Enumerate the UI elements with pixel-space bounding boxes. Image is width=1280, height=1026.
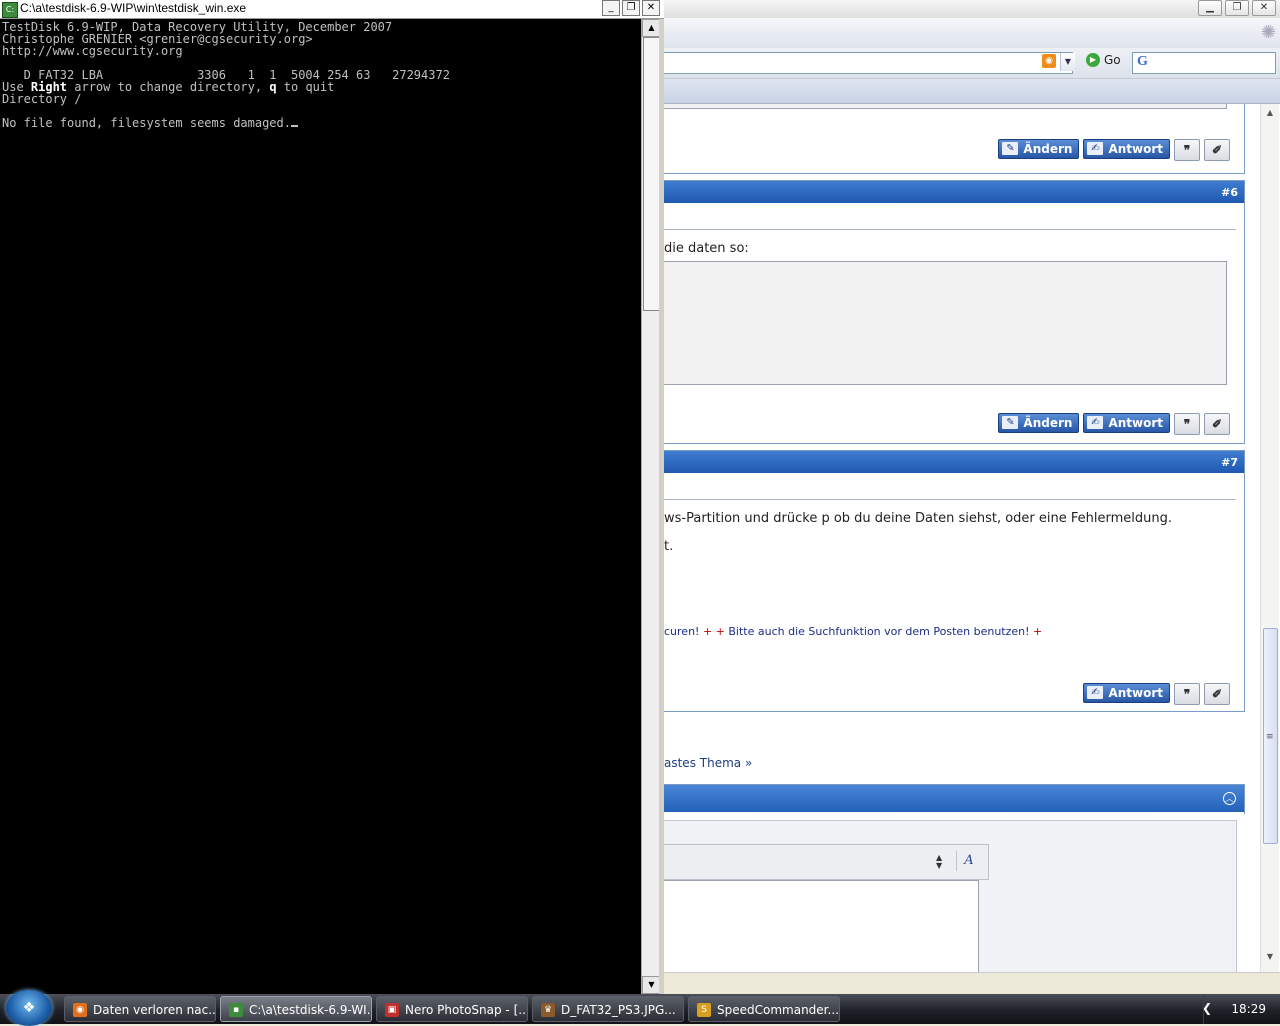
post-text: die daten so: [664,241,749,256]
bookmarks-toolbar [664,79,1280,104]
post-number[interactable]: #7 [1221,456,1238,469]
console-titlebar[interactable]: C: C:\a\testdisk-6.9-WIP\win\testdisk_wi… [0,0,664,19]
message-textarea[interactable] [664,880,979,972]
google-search-icon[interactable]: G [1137,54,1148,70]
search-input[interactable]: G [1132,52,1276,74]
edit-post-button[interactable]: ✎ Ändern [998,413,1080,433]
taskbar-item-firefox[interactable]: ◉ Daten verloren nac... [64,996,216,1022]
quick-reply-header: ︿ [664,784,1245,814]
resize-arrows-icon[interactable]: ▲ ▼ [936,854,942,870]
scroll-down-icon[interactable]: ▼ [1261,952,1279,968]
taskbar-item-testdisk[interactable]: ▪ C:\a\testdisk-6.9-WI... [220,996,372,1022]
post-actions: ✍ Antwort ❞ ✐ [1083,683,1230,705]
taskbar-item-image-viewer[interactable]: ♛ D_FAT32_PS3.JPG... [532,996,684,1022]
post-text: t. [664,539,674,554]
reply-icon: ✍ [1087,416,1104,429]
scroll-up-icon[interactable]: ▲ [1261,108,1279,124]
browser-window: ▁ ❐ ✕ ✺ ◉ ▼ ▶ Go G ✎ Ändern ✍ Antwort ❞ ✐ … [664,0,1280,994]
console-window-controls: _ ❐ ✕ [602,0,660,16]
forum-post-6: #6 die daten so: ✎ Ändern ✍ Antwort ❞ ✐ [664,180,1245,444]
browser-titlebar [664,0,1280,18]
restore-button[interactable]: ❐ [622,0,640,16]
console-window: C: C:\a\testdisk-6.9-WIP\win\testdisk_wi… [0,0,664,994]
quote-button[interactable]: ❞ [1174,139,1200,161]
signature: curen! + + Bitte auch die Suchfunktion v… [664,625,1043,638]
go-button[interactable]: ▶ Go [1086,53,1121,67]
rss-feed-icon[interactable]: ◉ [1042,54,1056,68]
start-button[interactable]: ❖ [6,990,52,1026]
browser-menu-bar [664,18,1280,49]
maximize-button[interactable]: ❐ [1225,0,1249,16]
close-button[interactable]: ✕ [1252,0,1276,16]
window-title: C:\a\testdisk-6.9-WIP\win\testdisk_win.e… [20,1,247,15]
taskbar: ❖ ◉ Daten verloren nac... ▪ C:\a\testdis… [0,990,1280,1026]
edit-icon: ✎ [1002,416,1019,429]
go-label: Go [1104,53,1121,67]
status-bar [664,972,1280,994]
page-content: ✎ Ändern ✍ Antwort ❞ ✐ #6 die daten so: ✎ Ä… [664,104,1260,972]
status-message: No file found, filesystem seems damaged. [2,116,291,130]
close-button[interactable]: ✕ [642,0,660,16]
divider [664,499,1236,500]
throbber-icon: ✺ [1260,22,1276,43]
post-header: #6 [664,181,1244,203]
minimize-button[interactable]: _ [602,0,620,16]
font-format-icon[interactable]: A [956,851,981,871]
directory-line: Directory / [2,92,82,106]
scroll-grip-icon: ≡ [1266,732,1274,742]
edit-icon: ✎ [1002,142,1019,155]
editor-toolbar: ▲ ▼ A [664,844,989,880]
image-viewer-icon: ♛ [541,1003,555,1017]
console-icon[interactable]: C: [2,2,18,18]
code-box [664,261,1227,385]
console-icon: ▪ [229,1003,243,1017]
post-actions: ✎ Ändern ✍ Antwort ❞ ✐ [998,139,1230,161]
multi-quote-button[interactable]: ✐ [1204,683,1230,705]
url-history-dropdown-button[interactable]: ▼ [1060,53,1075,71]
quote-button[interactable]: ❞ [1174,683,1200,705]
quote-button[interactable]: ❞ [1174,413,1200,435]
speedcommander-icon: S [697,1003,711,1017]
divider [664,229,1236,230]
text-cursor [290,125,298,127]
taskbar-buttons: ◉ Daten verloren nac... ▪ C:\a\testdisk-… [64,996,840,1022]
reply-icon: ✍ [1087,686,1104,699]
edit-post-button[interactable]: ✎ Ändern [998,139,1080,159]
nero-icon: ▣ [385,1003,399,1017]
terminal-output[interactable]: TestDisk 6.9-WIP, Data Recovery Utility,… [0,19,641,994]
url-line: http://www.cgsecurity.org [2,44,183,58]
system-tray: ❮ 18:29 [1202,994,1280,1024]
post-actions: ✎ Ändern ✍ Antwort ❞ ✐ [998,413,1230,435]
code-box [664,104,1227,109]
show-hidden-icons-icon[interactable]: ❮ [1202,1001,1212,1015]
minimize-button[interactable]: ▁ [1198,0,1222,16]
collapse-icon[interactable]: ︿ [1223,792,1236,805]
forum-post-5: ✎ Ändern ✍ Antwort ❞ ✐ [664,104,1245,174]
browser-window-controls: ▁ ❐ ✕ [1198,0,1280,16]
window-border [659,19,664,994]
post-number[interactable]: #6 [1221,186,1238,199]
reply-button[interactable]: ✍ Antwort [1083,683,1170,703]
post-text: ws-Partition und drücke p ob du deine Da… [664,511,1173,526]
go-arrow-icon: ▶ [1086,53,1100,67]
multi-quote-button[interactable]: ✐ [1204,413,1230,435]
page-scrollbar[interactable]: ▲ ≡ ▼ [1260,104,1279,972]
post-header: #7 [664,451,1244,473]
firefox-icon: ◉ [73,1003,87,1017]
reply-icon: ✍ [1087,142,1104,155]
scrollbar-thumb[interactable] [643,37,660,311]
console-scrollbar[interactable]: ▲ ▼ [641,19,661,994]
reply-button[interactable]: ✍ Antwort [1083,413,1170,433]
taskbar-item-nero-photosnap[interactable]: ▣ Nero PhotoSnap - [... [376,996,528,1022]
windows-logo-icon: ❖ [22,1000,36,1016]
reply-button[interactable]: ✍ Antwort [1083,139,1170,159]
url-input[interactable] [664,52,1073,74]
forum-post-7: #7 ws-Partition und drücke p ob du deine… [664,450,1245,712]
next-topic-link[interactable]: astes Thema » [664,756,752,770]
multi-quote-button[interactable]: ✐ [1204,139,1230,161]
clock[interactable]: 18:29 [1231,1002,1266,1016]
taskbar-item-speedcommander[interactable]: S SpeedCommander... [688,996,840,1022]
